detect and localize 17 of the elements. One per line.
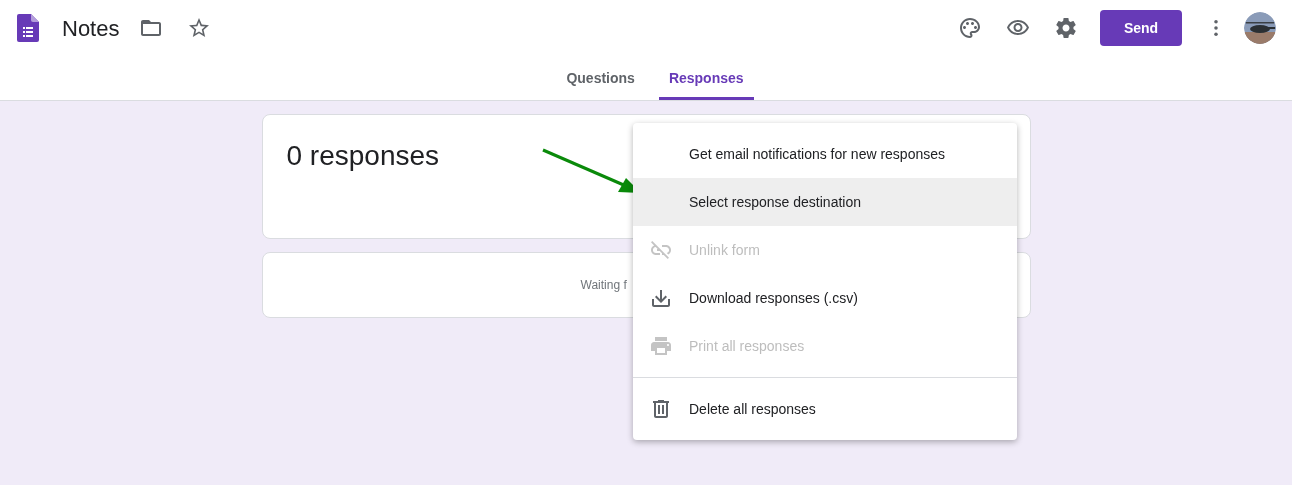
tab[interactable]: Responses <box>658 65 754 100</box>
menu-item[interactable]: Select response destination <box>633 178 1017 226</box>
unlink-icon <box>649 238 673 262</box>
star-icon <box>187 16 212 40</box>
menu-item[interactable]: Get email notifications for new responses <box>633 130 1017 178</box>
form-document-icon[interactable] <box>17 14 39 42</box>
printer-icon <box>649 334 673 358</box>
palette-icon <box>958 16 982 40</box>
menu-item[interactable]: Download responses (.csv) <box>633 274 1017 322</box>
settings-icon <box>1054 16 1078 40</box>
tab[interactable]: Questions <box>556 65 645 100</box>
waiting-message: Waiting f <box>580 277 627 294</box>
send-button[interactable]: Send <box>1100 10 1182 46</box>
menu-item[interactable]: Delete all responses <box>633 385 1017 433</box>
more-options-icon[interactable] <box>1214 20 1218 36</box>
responses-count: 0 responses <box>286 140 440 171</box>
form-title[interactable]: Notes <box>62 11 120 45</box>
